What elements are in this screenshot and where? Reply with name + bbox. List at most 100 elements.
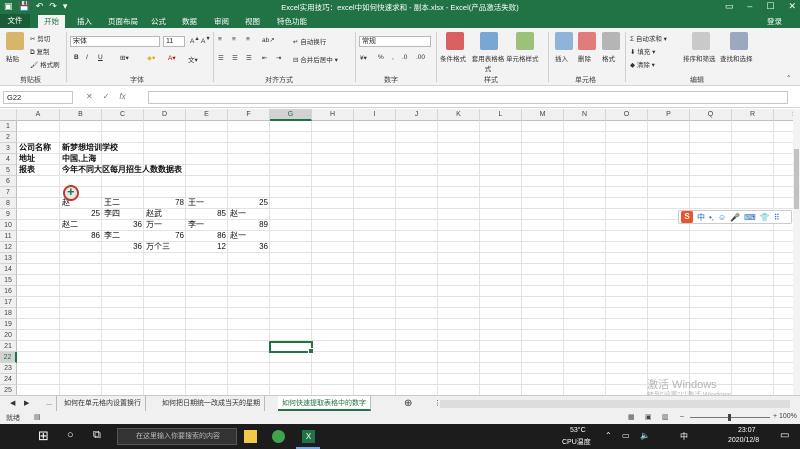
emoji-icon[interactable]: ☺ (718, 213, 726, 222)
browser-icon[interactable] (272, 430, 285, 443)
delete-cells-button[interactable]: 删除 (578, 53, 591, 63)
sheet-tab-extract-number[interactable]: 如何快速提取表格中的数字 (278, 396, 371, 411)
tray-chevron-icon[interactable]: ⌃ (605, 431, 612, 440)
insert-function-icon[interactable]: fx (119, 92, 125, 101)
cell-e10[interactable]: 李一 (188, 220, 204, 230)
sheet-tab-wrap[interactable]: 如何在单元格内设置换行 (60, 396, 146, 411)
vertical-scroll-thumb[interactable] (794, 149, 799, 209)
row-header[interactable]: 15 (0, 275, 17, 286)
increase-indent-icon[interactable]: ⇥ (276, 54, 281, 62)
ribbon-options-icon[interactable]: ▭ (725, 1, 734, 12)
row-header[interactable]: 9 (0, 209, 17, 220)
grid-icon[interactable]: ⠿ (774, 213, 780, 222)
row-header[interactable]: 20 (0, 330, 17, 341)
cell-b5[interactable]: 今年不同大区每月招生人数数据表 (62, 165, 182, 175)
name-box[interactable]: G22 (3, 91, 73, 104)
column-header[interactable]: K (438, 109, 480, 121)
tab-insert[interactable]: 插入 (77, 16, 92, 27)
network-icon[interactable]: ▭ (622, 431, 630, 440)
column-header[interactable]: I (354, 109, 396, 121)
conditional-format-button[interactable]: 条件格式 (440, 53, 466, 63)
tab-file[interactable]: 文件 (0, 14, 30, 28)
column-header[interactable]: B (60, 109, 102, 121)
border-icon[interactable]: ⊞▾ (120, 54, 129, 62)
grow-font-icon[interactable]: A▲ (190, 36, 200, 45)
column-header[interactable]: D (144, 109, 186, 121)
shrink-font-icon[interactable]: A▼ (201, 36, 211, 45)
format-table-button[interactable]: 套用表格格式 (470, 53, 506, 73)
excel-taskbar-icon[interactable]: X (302, 430, 315, 443)
row-header[interactable]: 11 (0, 231, 17, 242)
prev-sheet-icon[interactable]: ◀ (6, 396, 19, 411)
tab-review[interactable]: 审阅 (214, 16, 229, 27)
cell-c10[interactable]: 36 (102, 220, 142, 230)
align-middle-icon[interactable]: ≡ (232, 36, 236, 43)
cell-a10[interactable]: 赵二 (62, 220, 78, 230)
cell-a5[interactable]: 报表 (19, 165, 35, 175)
punctuation-icon[interactable]: •, (709, 213, 714, 222)
vertical-scrollbar[interactable] (793, 109, 800, 395)
insert-cells-button[interactable]: 插入 (555, 53, 568, 63)
cancel-icon[interactable]: ✕ (86, 92, 93, 101)
sheet-tab-date[interactable]: 如何把日期统一改成当天的星期 (158, 396, 265, 411)
cell-styles-icon[interactable] (516, 32, 534, 50)
task-view-icon[interactable]: ⧉ (93, 429, 101, 442)
format-cells-icon[interactable] (602, 32, 620, 50)
font-color-icon[interactable]: A▾ (168, 54, 176, 62)
wrap-text-button[interactable]: ↵ 自动换行 (293, 36, 326, 46)
row-header[interactable]: 6 (0, 176, 17, 187)
tab-home[interactable]: 开始 (38, 15, 65, 28)
row-header[interactable]: 21 (0, 341, 17, 352)
tab-formulas[interactable]: 公式 (151, 16, 166, 27)
merge-center-button[interactable]: ⊟ 合并后居中 ▾ (293, 54, 338, 64)
currency-icon[interactable]: ¥▾ (360, 54, 367, 62)
cell-e11[interactable]: 86 (186, 231, 226, 241)
cell-d10[interactable]: 万一 (146, 220, 162, 230)
formula-input[interactable] (148, 91, 788, 104)
fill-button[interactable]: ⬇ 填充 ▾ (630, 46, 655, 56)
row-header[interactable]: 12 (0, 242, 17, 253)
cell-c9[interactable]: 李四 (104, 209, 120, 219)
cell-f8[interactable]: 25 (228, 198, 268, 208)
paste-button[interactable]: 粘贴 (6, 53, 19, 63)
row-header[interactable]: 23 (0, 363, 17, 374)
ime-mode[interactable]: 中 (697, 212, 705, 223)
align-right-icon[interactable]: ☰ (246, 54, 252, 62)
cell-b9[interactable]: 25 (60, 209, 100, 219)
italic-icon[interactable]: I (86, 54, 88, 61)
font-size-combo[interactable]: 11 (163, 36, 185, 47)
column-header[interactable]: N (564, 109, 606, 121)
column-header[interactable]: H (312, 109, 354, 121)
row-header[interactable]: 2 (0, 132, 17, 143)
login-link[interactable]: 登录 (767, 16, 782, 27)
orientation-icon[interactable]: ab↗ (262, 36, 275, 44)
ime-tray-icon[interactable]: 中 (680, 431, 688, 442)
file-explorer-icon[interactable] (244, 430, 257, 443)
zoom-level[interactable]: 100% (779, 413, 797, 420)
row-header[interactable]: 5 (0, 165, 17, 176)
cell-styles-button[interactable]: 单元格样式 (506, 53, 539, 63)
row-header[interactable]: 17 (0, 297, 17, 308)
column-header[interactable]: Q (690, 109, 732, 121)
column-header[interactable]: M (522, 109, 564, 121)
tab-page-layout[interactable]: 页面布局 (108, 16, 138, 27)
search-icon[interactable]: ○ (67, 429, 74, 441)
row-header[interactable]: 24 (0, 374, 17, 385)
row-header[interactable]: 10 (0, 220, 17, 231)
add-sheet-icon[interactable]: ⊕ (400, 396, 416, 411)
column-header[interactable]: R (732, 109, 774, 121)
column-header[interactable]: G (270, 109, 312, 121)
row-header[interactable]: 13 (0, 253, 17, 264)
underline-icon[interactable]: U (98, 54, 103, 61)
align-top-icon[interactable]: ≡ (218, 36, 222, 43)
bold-icon[interactable]: B (74, 54, 79, 61)
conditional-format-icon[interactable] (446, 32, 464, 50)
column-header[interactable]: A (17, 109, 60, 121)
zoom-slider-thumb[interactable] (728, 414, 731, 421)
align-bottom-icon[interactable]: ≡ (246, 36, 250, 43)
cell-b11[interactable]: 86 (60, 231, 100, 241)
cell-f9[interactable]: 赵一 (230, 209, 246, 219)
column-header[interactable]: S (774, 109, 793, 121)
format-cells-button[interactable]: 格式 (602, 53, 615, 63)
find-select-button[interactable]: 查找和选择 (720, 53, 753, 63)
